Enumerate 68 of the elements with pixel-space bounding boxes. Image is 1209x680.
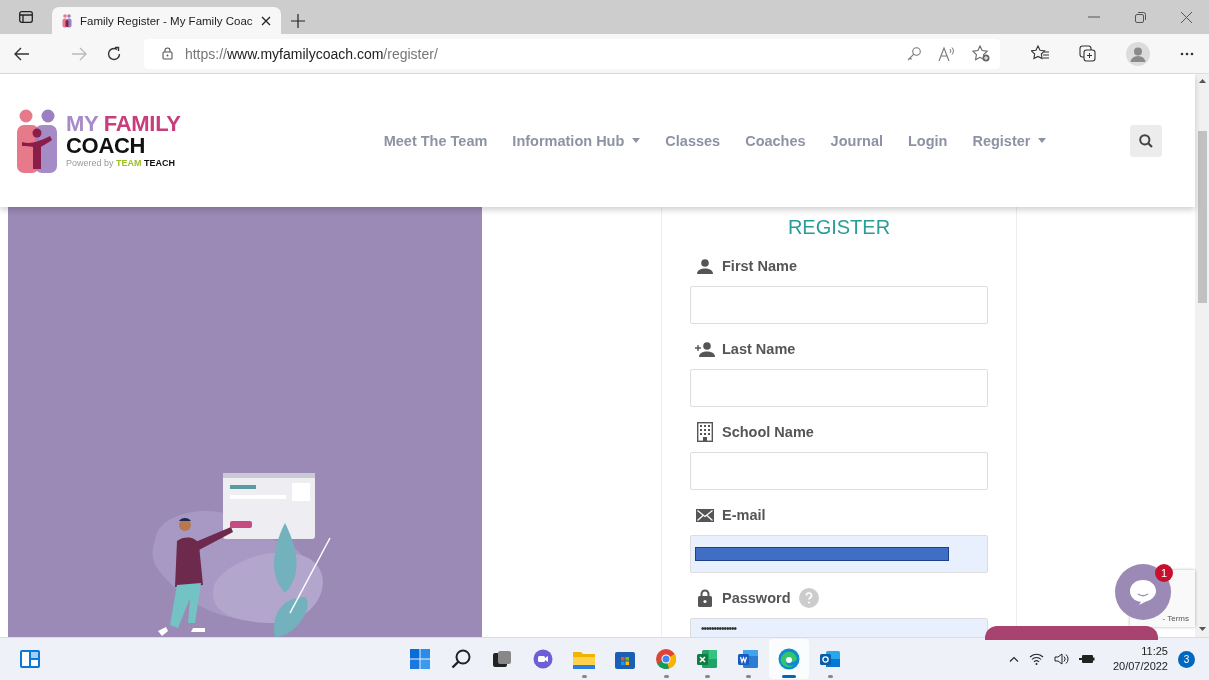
browser-tab[interactable]: Family Register - My Family Coac [52,7,281,34]
lock-icon [698,589,712,607]
search-icon [1139,133,1153,148]
person-icon [697,258,713,274]
battery-icon[interactable] [1078,653,1095,665]
scroll-down-icon[interactable] [1198,627,1206,631]
recaptcha-text: - Terms [1162,614,1189,623]
favorites-icon[interactable] [1031,45,1049,62]
family-logo-icon[interactable] [16,108,58,173]
input-field[interactable] [690,286,988,324]
refresh-icon[interactable] [106,45,123,62]
volume-icon[interactable] [1053,653,1069,665]
edge-icon[interactable] [769,639,809,679]
nav-link[interactable]: Login [908,132,948,149]
notification-badge[interactable]: 3 [1178,650,1195,668]
scroll-thumb[interactable] [1197,131,1207,303]
add-favorite-icon[interactable] [972,45,990,62]
scrollbar[interactable] [1195,74,1209,637]
wifi-icon[interactable] [1028,653,1044,665]
read-aloud-icon[interactable] [938,45,956,62]
family-logo-icon [62,13,72,28]
new-tab-icon[interactable] [290,13,305,28]
input-field[interactable] [690,369,988,407]
mail-icon [696,508,714,522]
nav-link[interactable]: Meet The Team [383,132,488,149]
close-icon[interactable] [260,15,271,26]
lock-icon[interactable] [161,47,173,60]
widgets-icon[interactable] [20,650,40,668]
input-field[interactable]: •••••••••••••• [690,618,988,637]
field-label: Last Name [722,341,796,357]
logo-text: FAMILY [103,111,181,136]
caret-icon [632,138,641,143]
back-icon[interactable] [13,46,30,61]
tab-actions-icon[interactable] [19,11,33,23]
chat-bubble-icon [1129,579,1157,605]
nav-link[interactable]: Classes [665,132,721,149]
key-icon[interactable] [906,45,922,62]
field-label: School Name [722,424,814,440]
tagline: Powered by [66,158,114,168]
logo-text: MY [66,111,98,136]
avatar-icon[interactable] [1126,41,1150,66]
field-label: E-mail [722,507,766,523]
nav-link[interactable]: Coaches [745,132,806,149]
form-title: REGISTER [786,216,892,239]
brand-text: TEAM [116,158,142,168]
building-icon [697,422,713,442]
add-person-icon [695,341,715,357]
field-label: Password [722,590,791,606]
close-window-icon[interactable] [1180,11,1192,23]
scroll-up-icon[interactable] [1198,79,1206,83]
caret-icon [1038,138,1047,143]
chevron-up-icon[interactable] [1008,656,1019,662]
field-label: First Name [722,258,797,274]
collections-icon[interactable] [1079,45,1096,62]
logo-text: COACH [66,135,147,157]
submit-button[interactable] [985,626,1158,640]
search-button[interactable] [1130,124,1162,157]
input-field[interactable] [690,535,988,573]
input-field[interactable] [690,452,988,490]
nav-link[interactable]: Register [972,132,1047,149]
clock-time[interactable]: 11:25 [1141,644,1168,659]
clock-date[interactable]: 20/07/2022 [1112,659,1168,674]
nav-link[interactable]: Information Hub [512,132,641,149]
more-icon[interactable] [1180,51,1194,56]
brand-text: TEACH [144,158,176,168]
restore-icon[interactable] [1134,11,1146,23]
nav-link[interactable]: Journal [830,132,883,149]
notification-badge: 1 [1155,564,1173,582]
